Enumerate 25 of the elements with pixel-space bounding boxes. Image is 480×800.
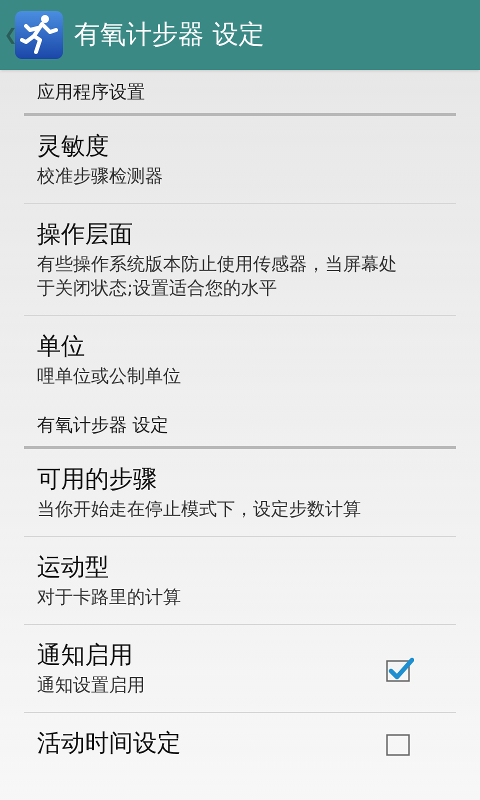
checkbox[interactable] <box>386 656 414 682</box>
section-header: 有氧计步器 设定 <box>24 403 456 449</box>
setting-title: 通知启用 <box>37 640 134 671</box>
setting-summary: 通知设置启用 <box>37 674 146 698</box>
setting-summary: 校准步骤检测器 <box>37 165 164 189</box>
setting-summary: 有些操作系统版本防止使用传感器，当屏幕处于关闭状态;设置适合您的水平 <box>37 253 398 301</box>
setting-summary: 对于卡路里的计算 <box>37 586 182 610</box>
setting-summary: 哩单位或公制单位 <box>37 365 182 389</box>
setting-title: 灵敏度 <box>37 131 110 162</box>
settings-row[interactable]: 活动时间设定 <box>24 713 456 773</box>
settings-row[interactable]: 操作层面 有些操作系统版本防止使用传感器，当屏幕处于关闭状态;设置适合您的水平 <box>24 204 456 316</box>
setting-summary: 当你开始走在停止模式下，设定步数计算 <box>37 498 362 522</box>
setting-title: 单位 <box>37 331 86 362</box>
setting-title: 操作层面 <box>37 219 134 250</box>
setting-title: 活动时间设定 <box>37 728 182 759</box>
app-logo-icon <box>14 10 64 60</box>
settings-row[interactable]: 可用的步骤 当你开始走在停止模式下，设定步数计算 <box>24 449 456 537</box>
settings-row[interactable]: 通知启用 通知设置启用 <box>24 625 456 713</box>
settings-row[interactable]: 灵敏度 校准步骤检测器 <box>24 116 456 204</box>
section-header: 应用程序设置 <box>24 70 456 116</box>
settings-row[interactable]: 单位 哩单位或公制单位 <box>24 316 456 403</box>
screen-title: 有氧计步器 设定 <box>74 18 264 52</box>
settings-row[interactable]: 运动型 对于卡路里的计算 <box>24 537 456 625</box>
setting-title: 可用的步骤 <box>37 464 158 495</box>
setting-title: 运动型 <box>37 552 110 583</box>
